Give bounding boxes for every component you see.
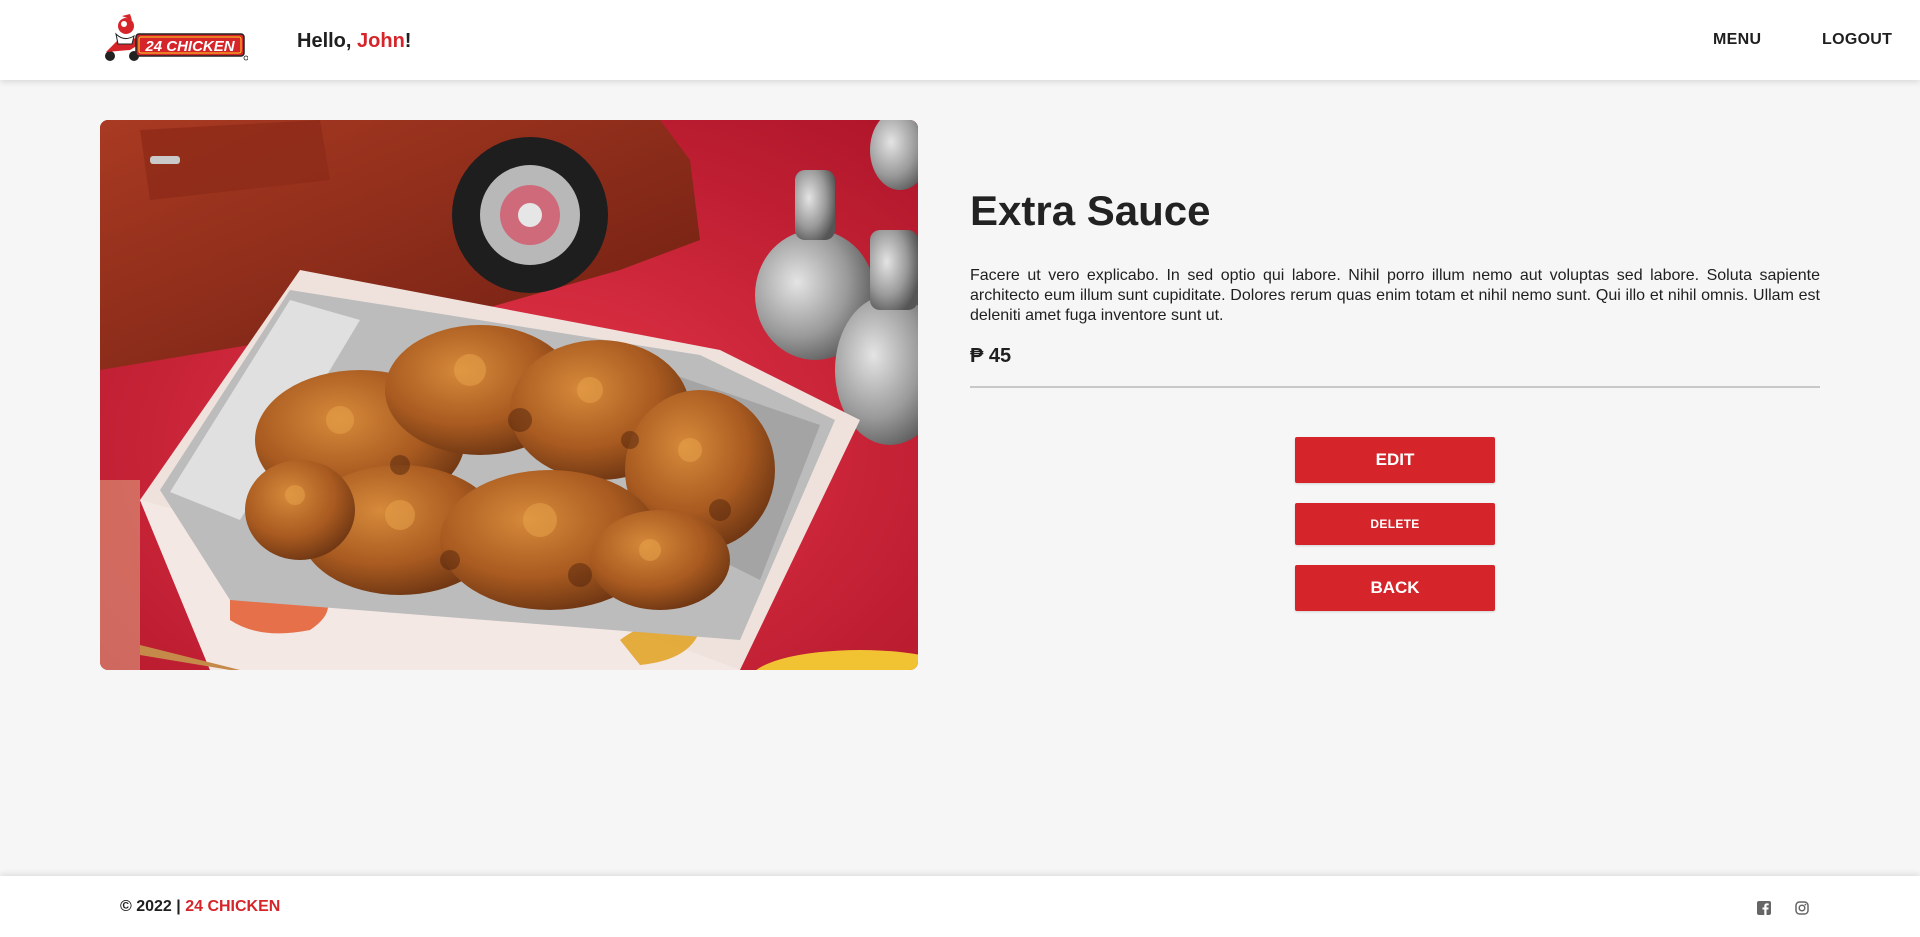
product-description: Facere ut vero explicabo. In sed optio q… [970, 267, 1820, 324]
product-title: Extra Sauce [970, 187, 1211, 234]
footer-brand-link[interactable]: 24 CHICKEN [185, 898, 280, 915]
copyright-text: © 2022 | 24 CHICKEN [120, 898, 280, 916]
brand-logo-image: 24 CHICKEN [105, 14, 249, 61]
greeting-prefix: Hello, [297, 30, 358, 52]
delete-button[interactable]: DELETE [1295, 503, 1495, 545]
user-greeting: Hello, John! [297, 30, 411, 53]
nav-menu-link[interactable]: MENU [1713, 31, 1761, 49]
product-image [100, 120, 918, 670]
instagram-icon[interactable] [1794, 900, 1810, 916]
copyright-prefix: © 2022 | [120, 898, 186, 915]
user-name: John [357, 30, 405, 52]
product-price: ₱ 45 [970, 345, 1012, 367]
site-footer: © 2022 | 24 CHICKEN [0, 876, 1920, 937]
divider [970, 386, 1820, 388]
back-button[interactable]: BACK [1295, 565, 1495, 611]
brand-logo-text: 24 CHICKEN [144, 38, 235, 55]
brand-logo[interactable]: 24 CHICKEN [100, 14, 249, 64]
site-header: 24 CHICKEN Hello, John! MENU LOGOUT [0, 0, 1920, 80]
greeting-suffix: ! [404, 30, 412, 52]
edit-button[interactable]: EDIT [1295, 437, 1495, 483]
facebook-icon[interactable] [1756, 900, 1772, 916]
nav-logout-link[interactable]: LOGOUT [1822, 31, 1892, 49]
